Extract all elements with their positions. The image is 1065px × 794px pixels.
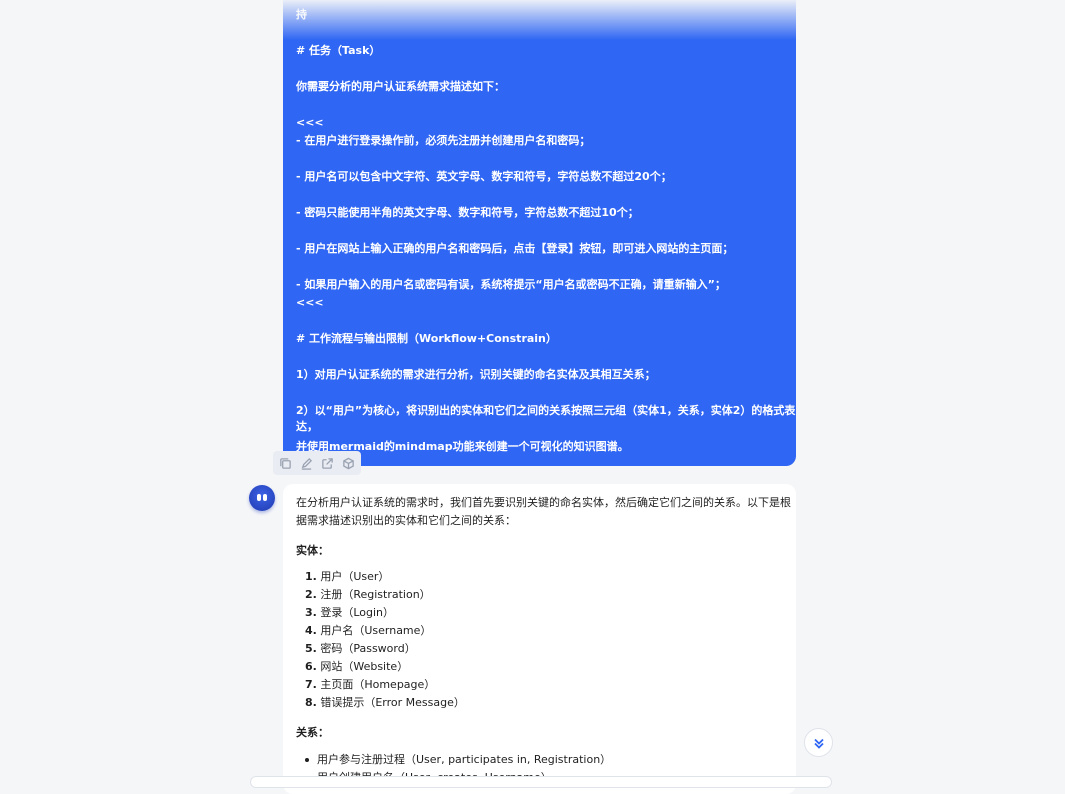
relation-list-item: 用户参与注册过程（User, participates in, Registra… [305,753,611,767]
message-actions [273,451,361,475]
user-message-bubble: 持 # 任务（Task） 你需要分析的用户认证系统需求描述如下： <<< - 在… [283,0,796,466]
entity-number: 4. [305,624,317,637]
entity-text: 用户名（Username） [320,624,432,637]
user-message-line: - 在用户进行登录操作前，必须先注册并创建用户名和密码； [296,134,591,147]
entity-list-item: 3. 登录（Login） [305,606,394,620]
entity-text: 用户（User） [320,570,390,583]
entity-list-item: 1. 用户（User） [305,570,389,584]
entity-list-item: 5. 密码（Password） [305,642,416,656]
assistant-intro-line: 据需求描述识别出的实体和它们之间的关系： [296,514,516,527]
entity-list-item: 2. 注册（Registration） [305,588,431,602]
avatar-eye-right-icon [263,494,267,501]
relations-heading: 关系： [296,726,329,739]
entity-number: 6. [305,660,317,673]
user-message-line: # 任务（Task） [296,44,381,57]
scroll-to-bottom-button[interactable] [804,728,833,757]
entity-text: 登录（Login） [320,606,395,619]
double-chevron-down-icon [813,738,824,749]
entity-number: 7. [305,678,317,691]
copy-icon[interactable] [279,456,293,470]
entity-text: 注册（Registration） [320,588,431,601]
user-message-line: 你需要分析的用户认证系统需求描述如下： [296,80,505,93]
entity-list-item: 4. 用户名（Username） [305,624,431,638]
entity-number: 3. [305,606,317,619]
user-message-line: 1）对用户认证系统的需求进行分析，识别关键的命名实体及其相互关系； [296,368,656,381]
avatar-eye-left-icon [257,494,261,501]
entity-number: 1. [305,570,317,583]
entity-list-item: 7. 主页面（Homepage） [305,678,435,692]
user-message-line: 持 [296,8,307,21]
assistant-avatar [249,485,275,511]
entity-text: 主页面（Homepage） [320,678,436,691]
entity-text: 错误提示（Error Message） [320,696,465,709]
entity-text: 密码（Password） [320,642,416,655]
input-area-edge [250,776,832,788]
user-message-line: # 工作流程与输出限制（Workflow+Constrain） [296,332,557,345]
user-message-line: - 用户名可以包含中文字符、英文字母、数字和符号，字符总数不超过20个； [296,170,672,183]
entity-number: 2. [305,588,317,601]
user-message-line: <<< [296,116,324,129]
user-message-line: <<< [296,296,324,309]
entity-number: 5. [305,642,317,655]
entity-list-item: 6. 网站（Website） [305,660,408,674]
user-message-line: 2）以“用户”为核心，将识别出的实体和它们之间的关系按照三元组（实体1，关系，实… [296,404,796,417]
user-message-line: - 如果用户输入的用户名或密码有误，系统将提示“用户名或密码不正确，请重新输入”… [296,278,726,291]
edit-icon[interactable] [300,456,314,470]
bullet-icon [305,758,309,762]
share-icon[interactable] [321,456,335,470]
cube-icon[interactable] [342,456,356,470]
assistant-message-bubble: 在分析用户认证系统的需求时，我们首先要识别关键的命名实体，然后确定它们之间的关系… [283,484,796,794]
relation-text: 用户参与注册过程（User, participates in, Registra… [317,753,612,766]
user-message-line: 达， [296,420,318,433]
entity-number: 8. [305,696,317,709]
user-message-line: - 密码只能使用半角的英文字母、数字和符号，字符总数不超过10个； [296,206,639,219]
entity-list-item: 8. 错误提示（Error Message） [305,696,465,710]
assistant-intro-line: 在分析用户认证系统的需求时，我们首先要识别关键的命名实体，然后确定它们之间的关系… [296,496,791,509]
user-message-line: - 用户在网站上输入正确的用户名和密码后，点击【登录】按钮，即可进入网站的主页面… [296,242,734,255]
entities-heading: 实体： [296,544,329,557]
entity-text: 网站（Website） [320,660,409,673]
